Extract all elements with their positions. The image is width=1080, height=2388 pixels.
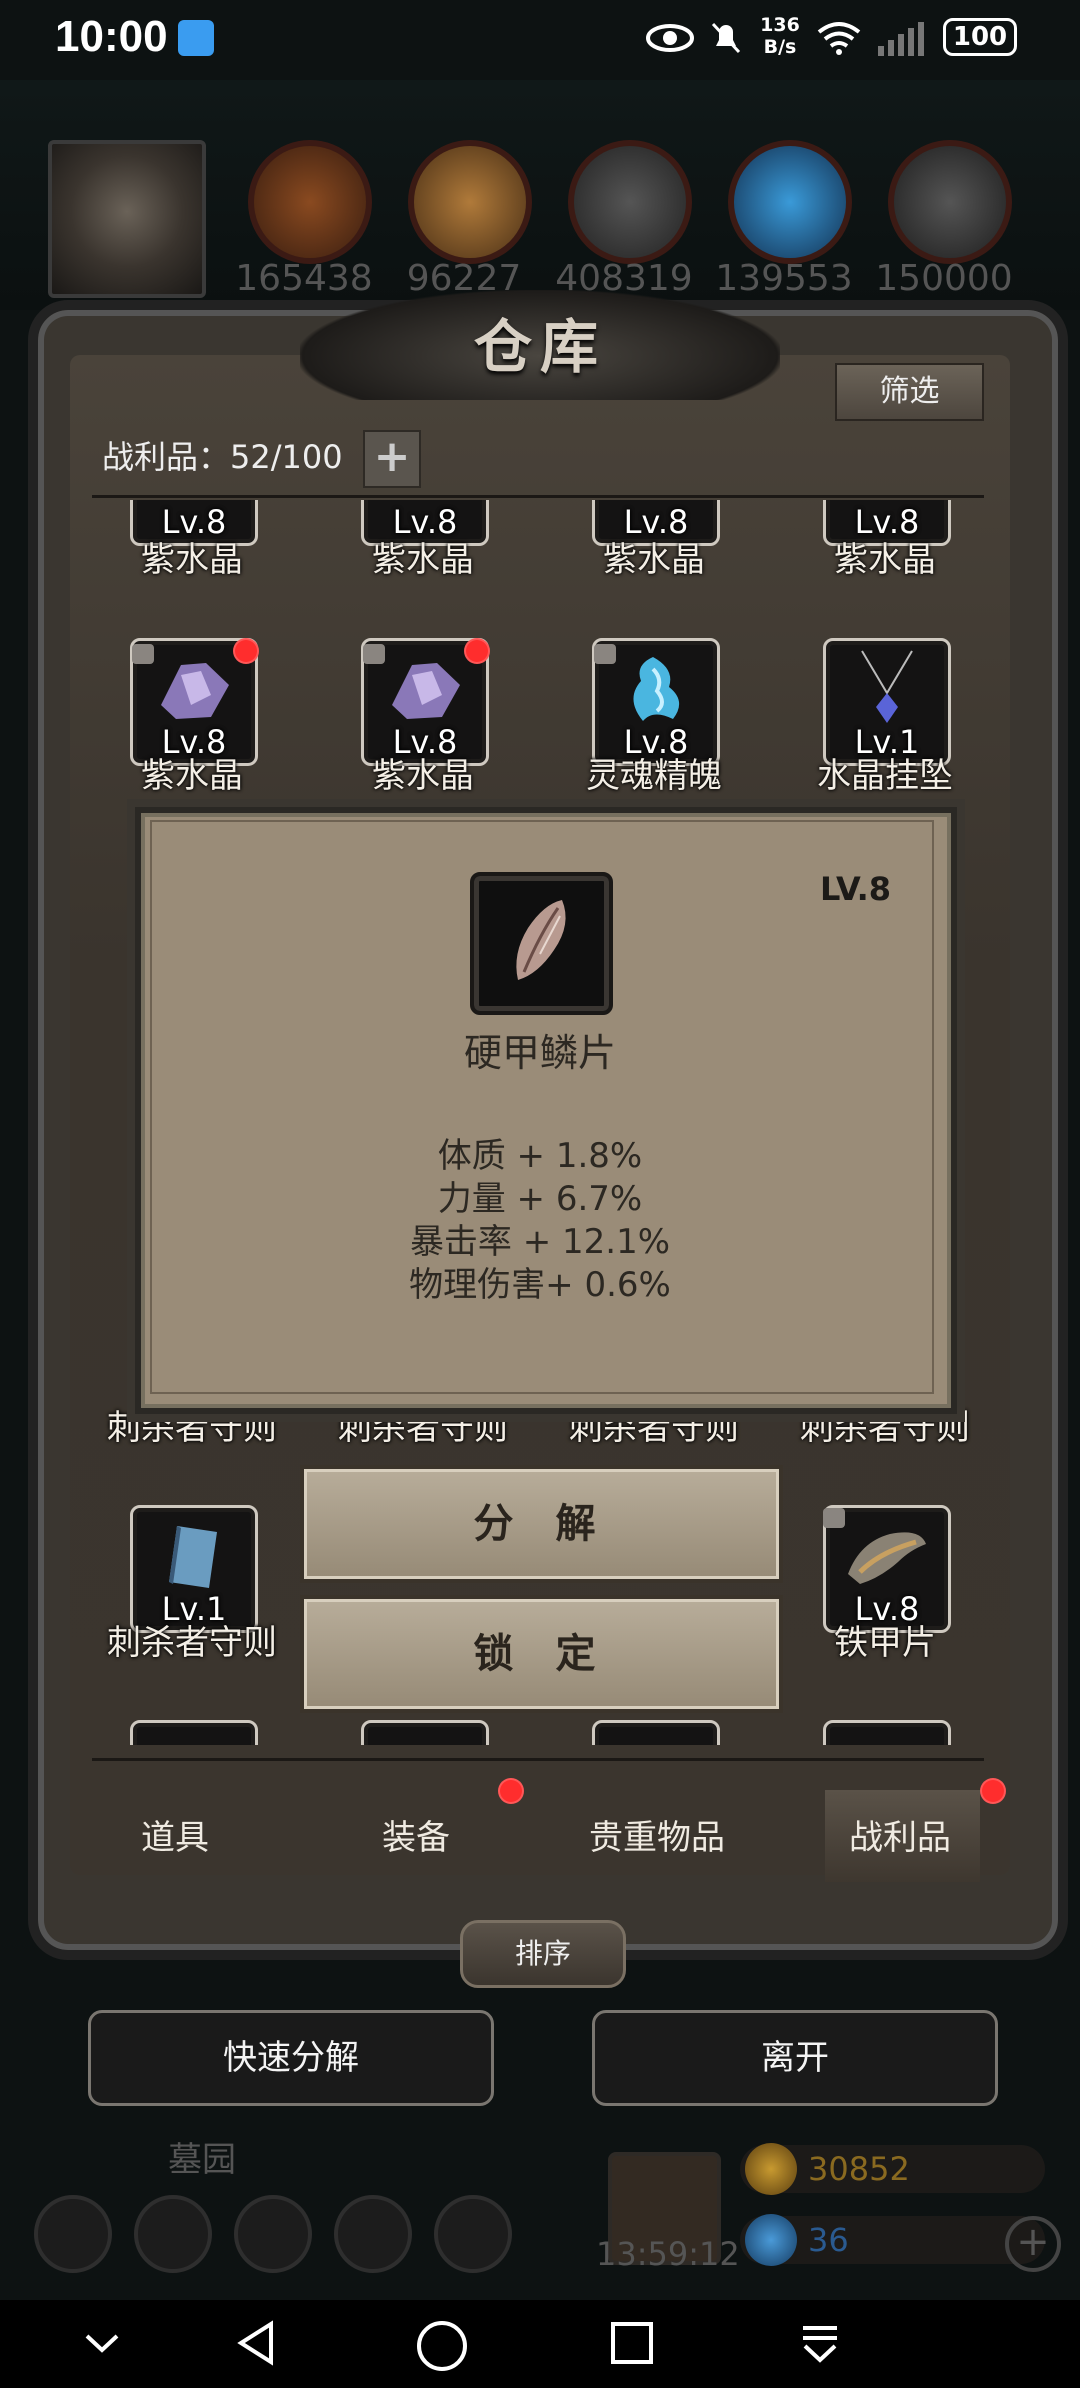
lock-icon: [363, 644, 385, 664]
gold-coin-icon: [745, 2143, 797, 2195]
gear-icon[interactable]: [34, 2195, 112, 2273]
grid-bottom-divider: [92, 1758, 984, 1761]
item-name: 紫水晶: [834, 540, 936, 580]
battery-level: 100: [952, 22, 1008, 52]
stat-line: 体质 + 1.8%: [437, 1136, 643, 1176]
item-name: 紫水晶: [603, 540, 705, 580]
mute-bell-icon: [708, 20, 744, 56]
home-icon[interactable]: [402, 2318, 482, 2386]
back-icon[interactable]: [218, 2318, 298, 2380]
gem-icon: [745, 2214, 797, 2266]
item-name: 紫水晶: [372, 540, 474, 580]
add-currency-button[interactable]: +: [1005, 2216, 1061, 2272]
crystal-resource-icon: [728, 140, 852, 264]
spoils-capacity: 战利品：52/100: [102, 438, 343, 476]
resource-count-stone: 150000: [875, 258, 1013, 299]
amethyst-icon: [392, 663, 460, 719]
item-slot[interactable]: Lv.1: [130, 1505, 258, 1633]
tab-notification-dot: [498, 1778, 524, 1804]
quick-decompose-button[interactable]: 快速分解: [88, 2010, 494, 2106]
grid-row-4: [0, 1720, 1080, 1745]
net-speed-value: 136: [760, 14, 800, 36]
item-name: 灵魂精魄: [586, 756, 722, 796]
tab-valuables[interactable]: 贵重物品: [557, 1810, 757, 1859]
grid-top-divider: [92, 495, 984, 498]
item-name: 水晶挂坠: [817, 756, 953, 796]
status-bar: 10:00 136 B/s 100: [0, 0, 1080, 80]
lock-icon: [132, 644, 154, 664]
plank-resource-icon: [408, 140, 532, 264]
clock: 10:00: [55, 12, 168, 61]
stone-resource-icon: [888, 140, 1012, 264]
filter-button[interactable]: 筛选: [835, 363, 984, 421]
tab-spoils[interactable]: 战利品: [800, 1810, 1000, 1859]
item-slot[interactable]: [130, 1720, 258, 1745]
book-icon: [169, 1526, 217, 1588]
lock-icon: [594, 644, 616, 664]
recents-icon[interactable]: [592, 2318, 672, 2380]
stat-line: 力量 + 6.7%: [437, 1179, 643, 1219]
tab-items[interactable]: 道具: [75, 1810, 275, 1859]
item-slot[interactable]: [823, 1720, 951, 1745]
expand-capacity-button[interactable]: +: [363, 430, 421, 488]
gem-amount: 36: [808, 2221, 849, 2259]
star-icon[interactable]: [134, 2195, 212, 2273]
battery-indicator: 100: [943, 18, 1017, 56]
gift-timer: 13:59:12: [596, 2235, 740, 2273]
crystal-pendant-icon: [861, 650, 913, 723]
wifi-icon: [815, 20, 863, 56]
settings-icon[interactable]: [434, 2195, 512, 2273]
tab-notification-dot: [980, 1778, 1006, 1804]
item-slot[interactable]: [592, 1720, 720, 1745]
mail-icon[interactable]: [334, 2195, 412, 2273]
gold-amount: 30852: [808, 2150, 910, 2188]
chevron-down-icon[interactable]: [62, 2318, 142, 2380]
weather-icon: [178, 20, 214, 56]
item-slot[interactable]: [361, 1720, 489, 1745]
net-speed-unit: B/s: [763, 36, 797, 58]
system-nav-bar: [0, 2300, 1080, 2388]
eye-icon: [645, 20, 695, 56]
item-name: 刺杀者守则: [107, 1623, 277, 1663]
wood-resource-icon: [248, 140, 372, 264]
decompose-button[interactable]: 分 解: [300, 1465, 783, 1583]
grid-menu-icon[interactable]: [234, 2195, 312, 2273]
soul-essence-icon: [633, 657, 680, 721]
graveyard-label: 墓园: [168, 2140, 236, 2180]
item-name: 紫水晶: [372, 756, 474, 796]
warehouse-title: 仓库: [473, 313, 606, 381]
net-speed: 136 B/s: [758, 14, 802, 58]
lock-icon: [823, 1508, 845, 1528]
player-avatar[interactable]: [48, 140, 206, 298]
stat-line: 暴击率 + 12.1%: [409, 1222, 671, 1262]
iron-plate-icon: [848, 1532, 926, 1584]
notification-pull-icon[interactable]: [780, 2318, 860, 2380]
new-item-dot: [464, 638, 490, 664]
sort-button[interactable]: 排序: [460, 1920, 626, 1988]
scale-armor-icon: [516, 900, 566, 980]
tab-equipment[interactable]: 装备: [316, 1810, 516, 1859]
lock-button[interactable]: 锁 定: [300, 1595, 783, 1713]
popup-level: LV.8: [820, 870, 892, 908]
popup-item-slot: [470, 872, 613, 1015]
leave-button[interactable]: 离开: [592, 2010, 998, 2106]
new-item-dot: [233, 638, 259, 664]
signal-icon: [870, 20, 930, 56]
stat-line: 物理伤害+ 0.6%: [409, 1265, 671, 1305]
iron-resource-icon: [568, 140, 692, 264]
item-name: 紫水晶: [141, 756, 243, 796]
amethyst-icon: [161, 663, 229, 719]
item-name: 紫水晶: [141, 540, 243, 580]
item-slot[interactable]: Lv.1: [823, 638, 951, 766]
popup-item-name: 硬甲鳞片: [463, 1031, 616, 1075]
item-name: 铁甲片: [834, 1623, 936, 1663]
